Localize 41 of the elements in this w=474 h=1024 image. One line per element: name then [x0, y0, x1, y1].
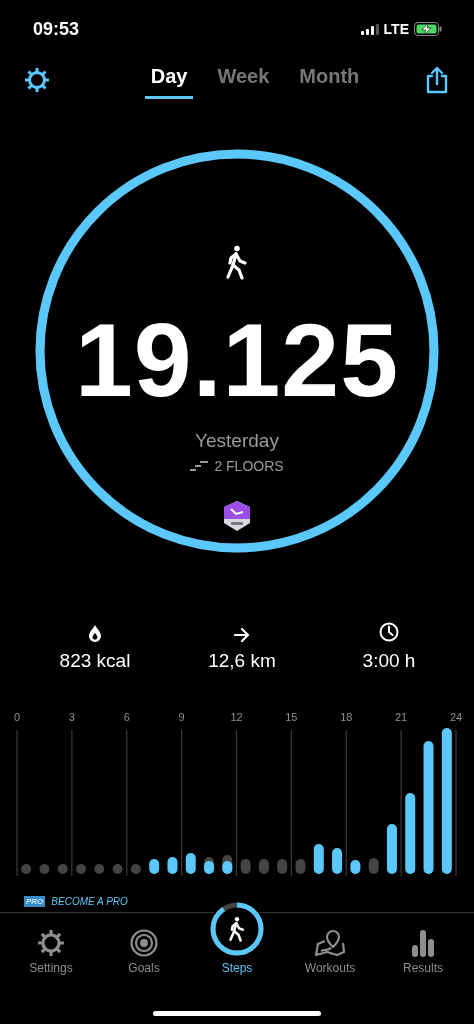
- status-time: 09:53: [33, 18, 80, 40]
- tab-bar-item[interactable]: Workouts: [285, 921, 375, 975]
- gear-icon: [37, 929, 65, 957]
- tab-bar-item[interactable]: Results: [378, 921, 468, 975]
- day-label: Yesterday: [195, 430, 279, 452]
- flame-icon: [88, 624, 102, 642]
- become-pro-link[interactable]: BECOME A PRO: [51, 896, 128, 907]
- hour-label: 21: [394, 710, 409, 724]
- hour-label: 18: [339, 710, 354, 724]
- clock-icon: [379, 622, 399, 642]
- arrow-right-icon: [234, 628, 250, 642]
- stat-value: 12,6 km: [208, 650, 276, 672]
- hour-label: 3: [67, 710, 76, 724]
- bar-chart-icon: [411, 929, 435, 957]
- step-count: 19.125: [74, 308, 400, 412]
- hour-label: 6: [122, 710, 131, 724]
- period-tab[interactable]: Week: [211, 61, 276, 99]
- settings-icon[interactable]: [24, 67, 50, 93]
- period-tab[interactable]: Month: [293, 61, 366, 99]
- floors-label: 2 FLOORS: [214, 458, 284, 474]
- hour-label: 15: [284, 710, 299, 724]
- hour-label: 12: [229, 710, 244, 724]
- tab-bar-item[interactable]: Settings: [6, 921, 96, 975]
- walking-person-icon: [228, 916, 246, 942]
- stat-value: 3:00 h: [362, 650, 416, 672]
- network-label: LTE: [383, 21, 409, 37]
- signal-icon: [360, 23, 379, 35]
- steps-progress-ring: [209, 901, 265, 957]
- stairs-icon: [190, 461, 209, 471]
- achievement-badge-icon: [222, 500, 252, 532]
- hour-label: 24: [448, 710, 464, 724]
- map-pin-icon: [315, 929, 345, 957]
- hour-label: 0: [12, 710, 22, 724]
- target-icon: [130, 929, 158, 957]
- period-tab[interactable]: Day: [144, 61, 194, 99]
- walking-person-icon: [225, 244, 249, 280]
- tab-bar-item[interactable]: Steps: [192, 899, 282, 975]
- stat-value: 823 kcal: [59, 650, 131, 672]
- hour-label: 9: [177, 710, 186, 724]
- tab-bar-item[interactable]: Goals: [99, 921, 189, 975]
- share-icon[interactable]: [424, 66, 450, 94]
